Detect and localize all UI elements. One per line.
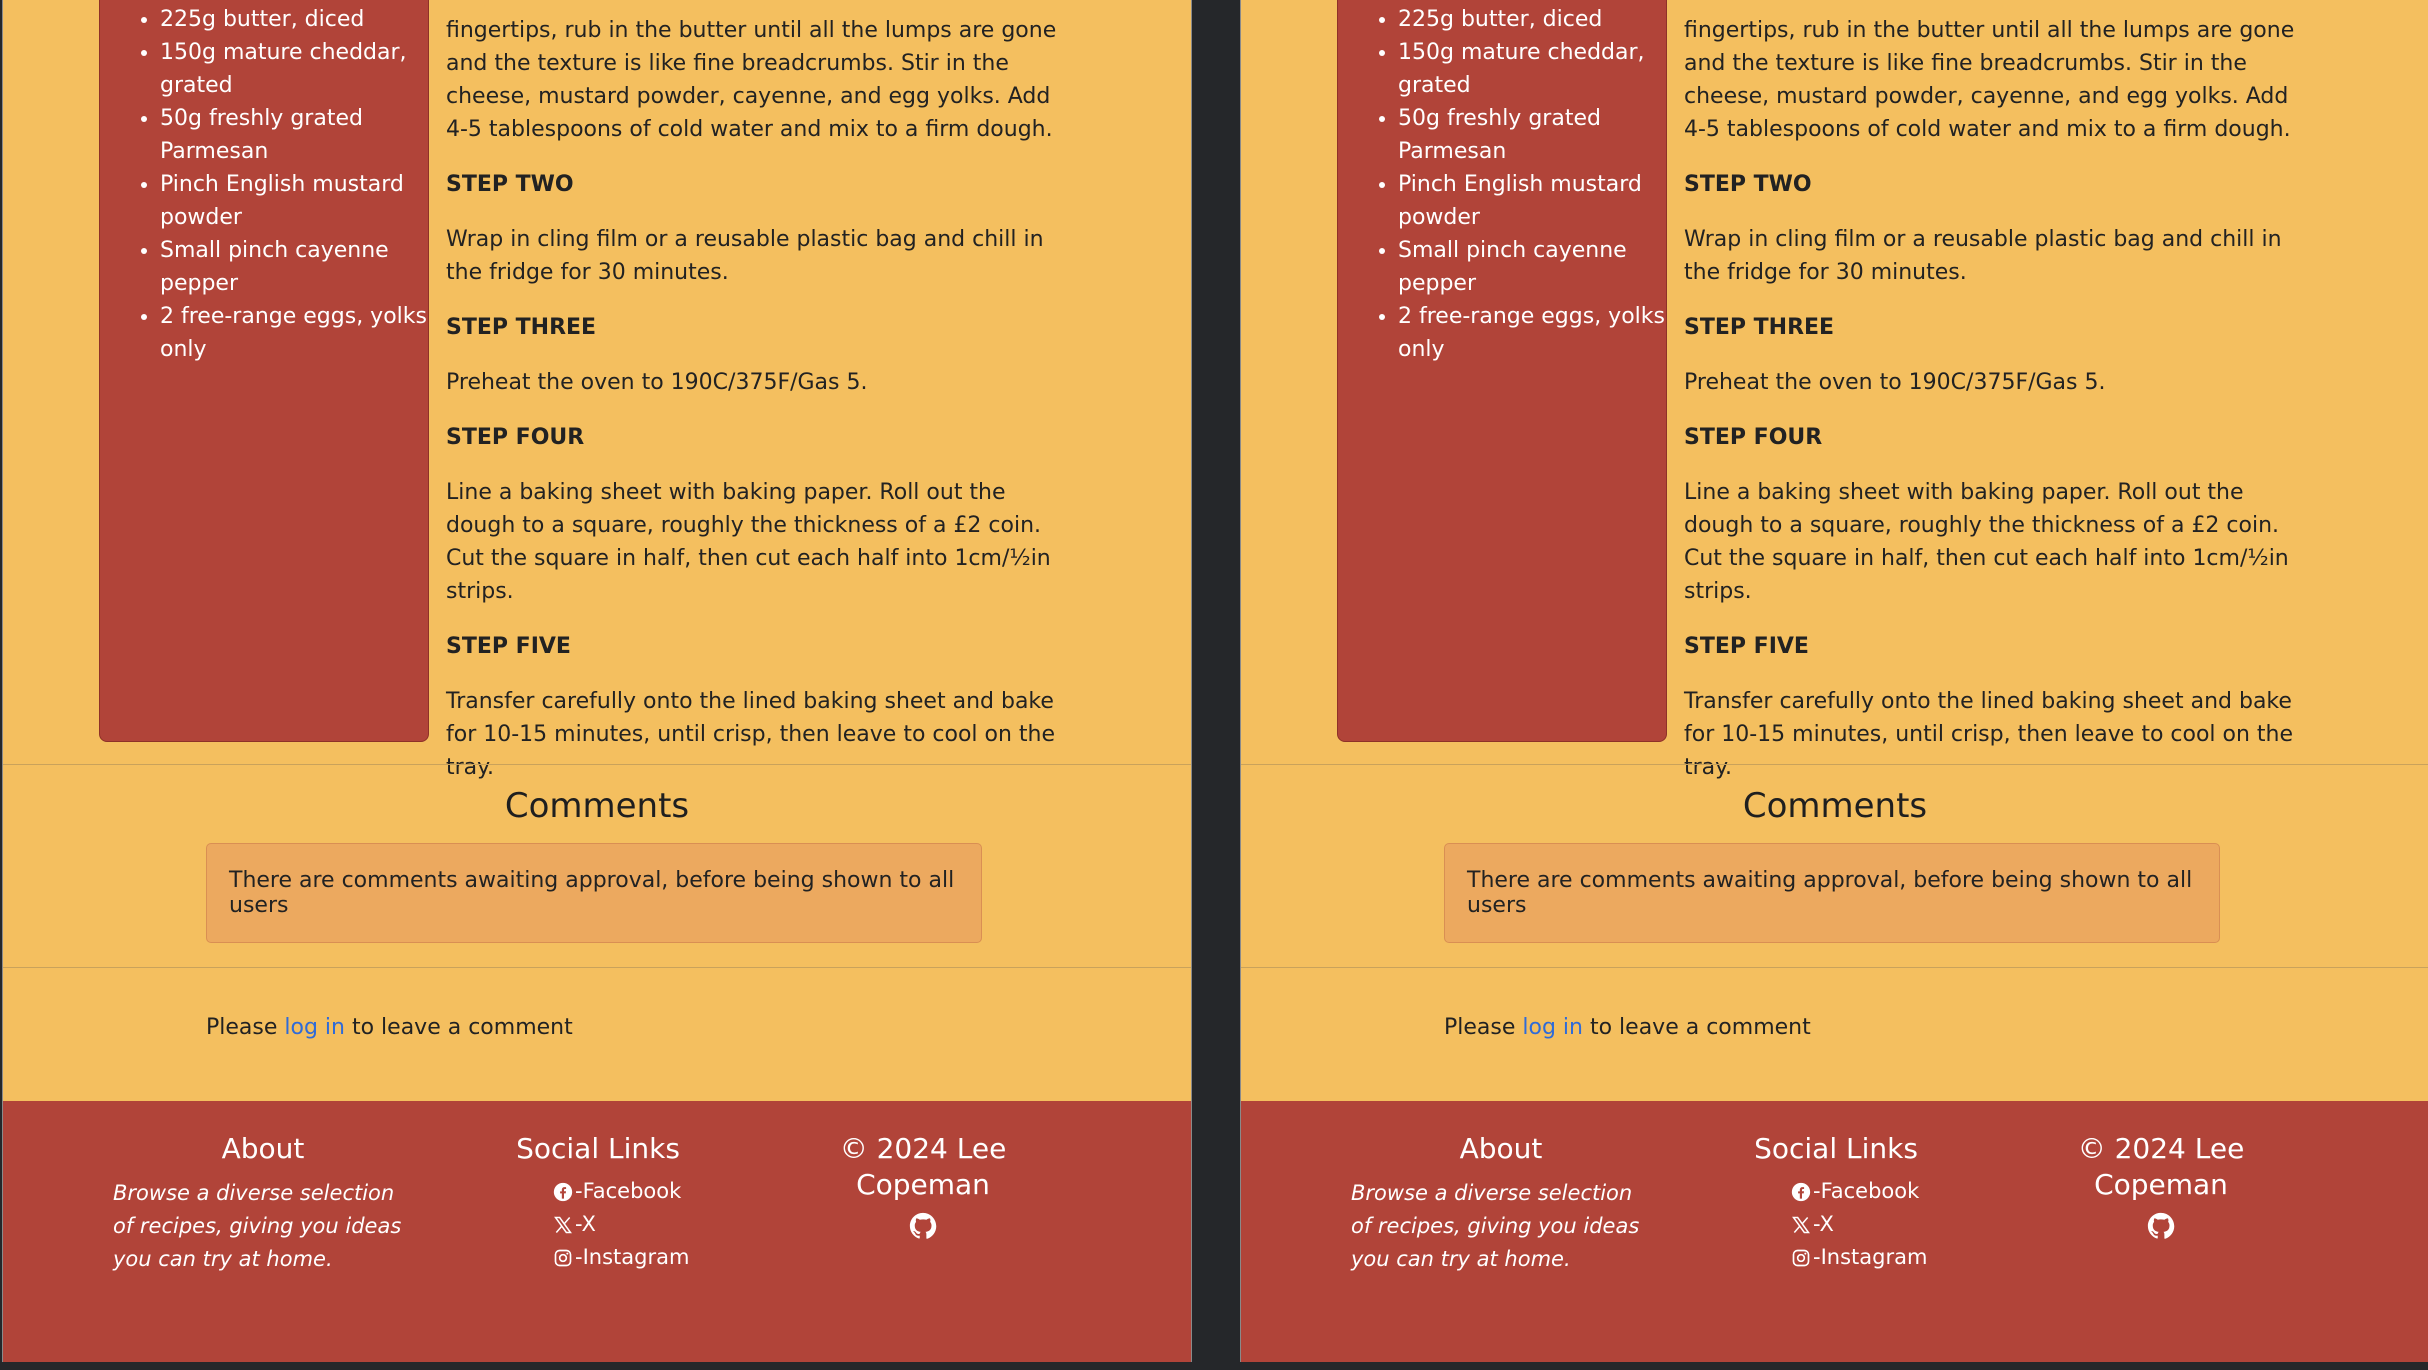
list-item: 2 free-range eggs, yolks only bbox=[1398, 300, 1666, 366]
comments-title: Comments bbox=[504, 786, 690, 826]
step-four-heading: STEP FOUR bbox=[446, 425, 585, 450]
instagram-icon bbox=[1792, 1249, 1810, 1266]
facebook-icon bbox=[1791, 1182, 1811, 1201]
divider bbox=[3, 764, 1191, 765]
login-prefix: Please bbox=[1444, 1015, 1523, 1040]
pending-comments-notice: There are comments awaiting approval, be… bbox=[206, 843, 982, 943]
step-five-heading: STEP FIVE bbox=[1684, 634, 1809, 659]
login-prompt: Please log in to leave a comment bbox=[1444, 1012, 1811, 1044]
footer-social: Social Links -Facebook -X -Instagram bbox=[1711, 1131, 1961, 1274]
facebook-link[interactable]: -Facebook bbox=[553, 1175, 723, 1208]
instagram-label: -Instagram bbox=[575, 1245, 690, 1269]
list-item: 150g mature cheddar, grated bbox=[160, 36, 428, 102]
login-suffix: to leave a comment bbox=[1582, 1015, 1811, 1040]
instagram-link[interactable]: -Instagram bbox=[1791, 1241, 1961, 1274]
login-link[interactable]: log in bbox=[1522, 1015, 1583, 1040]
login-suffix: to leave a comment bbox=[344, 1015, 573, 1040]
split-screen: 225g butter, diced 150g mature cheddar, … bbox=[0, 0, 2428, 1370]
step-one-text: fingertips, rub in the butter until all … bbox=[1684, 18, 2295, 142]
github-icon[interactable] bbox=[908, 1211, 938, 1241]
login-prompt: Please log in to leave a comment bbox=[206, 1012, 573, 1044]
social-links: -Facebook -X -Instagram bbox=[473, 1175, 723, 1274]
facebook-label: -Facebook bbox=[1813, 1179, 1920, 1203]
divider bbox=[3, 967, 1191, 968]
about-title: About bbox=[1459, 1132, 1543, 1165]
facebook-link[interactable]: -Facebook bbox=[1791, 1175, 1961, 1208]
step-one-text: fingertips, rub in the butter until all … bbox=[446, 18, 1057, 142]
step-five-heading: STEP FIVE bbox=[446, 634, 571, 659]
footer-about: About Browse a diverse selection of reci… bbox=[1351, 1131, 1651, 1276]
x-label: -X bbox=[575, 1212, 596, 1236]
footer-copyright: © 2024 Lee Copeman bbox=[773, 1131, 1073, 1241]
footer-copyright: © 2024 Lee Copeman bbox=[2011, 1131, 2311, 1241]
comments-title: Comments bbox=[1742, 786, 1928, 826]
ingredients-list: 225g butter, diced 150g mature cheddar, … bbox=[1338, 0, 1666, 366]
about-title: About bbox=[221, 1132, 305, 1165]
social-title: Social Links bbox=[516, 1132, 680, 1165]
login-link[interactable]: log in bbox=[284, 1015, 345, 1040]
step-four-text: Line a baking sheet with baking paper. R… bbox=[446, 480, 1051, 604]
footer: About Browse a diverse selection of reci… bbox=[3, 1101, 1191, 1362]
list-item: 50g freshly grated Parmesan bbox=[160, 102, 428, 168]
footer-about: About Browse a diverse selection of reci… bbox=[113, 1131, 413, 1276]
list-item: 225g butter, diced bbox=[1398, 3, 1666, 36]
step-four-heading: STEP FOUR bbox=[1684, 425, 1823, 450]
method-section: fingertips, rub in the butter until all … bbox=[1684, 14, 2314, 806]
x-label: -X bbox=[1813, 1212, 1834, 1236]
list-item: 2 free-range eggs, yolks only bbox=[160, 300, 428, 366]
ingredients-panel: 225g butter, diced 150g mature cheddar, … bbox=[1337, 0, 1667, 742]
social-title: Social Links bbox=[1754, 1132, 1918, 1165]
step-two-text: Wrap in cling film or a reusable plastic… bbox=[446, 227, 1044, 285]
step-two-heading: STEP TWO bbox=[446, 172, 574, 197]
facebook-label: -Facebook bbox=[575, 1179, 682, 1203]
browser-pane-left[interactable]: 225g butter, diced 150g mature cheddar, … bbox=[2, 0, 1192, 1362]
step-three-text: Preheat the oven to 190C/375F/Gas 5. bbox=[1684, 370, 2106, 395]
browser-pane-right[interactable]: 225g butter, diced 150g mature cheddar, … bbox=[1240, 0, 2428, 1362]
list-item: 50g freshly grated Parmesan bbox=[1398, 102, 1666, 168]
step-four-text: Line a baking sheet with baking paper. R… bbox=[1684, 480, 2289, 604]
step-two-heading: STEP TWO bbox=[1684, 172, 1812, 197]
footer-social: Social Links -Facebook -X -Instagram bbox=[473, 1131, 723, 1274]
footer: About Browse a diverse selection of reci… bbox=[1241, 1101, 2428, 1362]
step-three-heading: STEP THREE bbox=[1684, 315, 1835, 340]
step-five-text: Transfer carefully onto the lined baking… bbox=[446, 689, 1056, 780]
instagram-link[interactable]: -Instagram bbox=[553, 1241, 723, 1274]
facebook-icon bbox=[553, 1182, 573, 1201]
step-five-text: Transfer carefully onto the lined baking… bbox=[1684, 689, 2294, 780]
step-three-text: Preheat the oven to 190C/375F/Gas 5. bbox=[446, 370, 868, 395]
copyright-text: © 2024 Lee Copeman bbox=[839, 1132, 1007, 1201]
about-text: Browse a diverse selection of recipes, g… bbox=[1351, 1181, 1640, 1271]
instagram-label: -Instagram bbox=[1813, 1245, 1928, 1269]
method-section: fingertips, rub in the butter until all … bbox=[446, 14, 1076, 806]
list-item: 150g mature cheddar, grated bbox=[1398, 36, 1666, 102]
list-item: Pinch English mustard powder bbox=[160, 168, 428, 234]
ingredients-list: 225g butter, diced 150g mature cheddar, … bbox=[100, 0, 428, 366]
step-three-heading: STEP THREE bbox=[446, 315, 597, 340]
divider bbox=[1241, 967, 2428, 968]
login-prefix: Please bbox=[206, 1015, 285, 1040]
x-icon bbox=[1792, 1216, 1810, 1233]
x-link[interactable]: -X bbox=[1791, 1208, 1961, 1241]
github-icon[interactable] bbox=[2146, 1211, 2176, 1241]
list-item: Small pinch cayenne pepper bbox=[1398, 234, 1666, 300]
instagram-icon bbox=[554, 1249, 572, 1266]
list-item: 225g butter, diced bbox=[160, 3, 428, 36]
social-links: -Facebook -X -Instagram bbox=[1711, 1175, 1961, 1274]
copyright-text: © 2024 Lee Copeman bbox=[2077, 1132, 2245, 1201]
divider bbox=[1241, 764, 2428, 765]
pending-comments-notice: There are comments awaiting approval, be… bbox=[1444, 843, 2220, 943]
list-item: Small pinch cayenne pepper bbox=[160, 234, 428, 300]
ingredients-panel: 225g butter, diced 150g mature cheddar, … bbox=[99, 0, 429, 742]
x-link[interactable]: -X bbox=[553, 1208, 723, 1241]
about-text: Browse a diverse selection of recipes, g… bbox=[113, 1181, 402, 1271]
list-item: Pinch English mustard powder bbox=[1398, 168, 1666, 234]
step-two-text: Wrap in cling film or a reusable plastic… bbox=[1684, 227, 2282, 285]
x-icon bbox=[554, 1216, 572, 1233]
